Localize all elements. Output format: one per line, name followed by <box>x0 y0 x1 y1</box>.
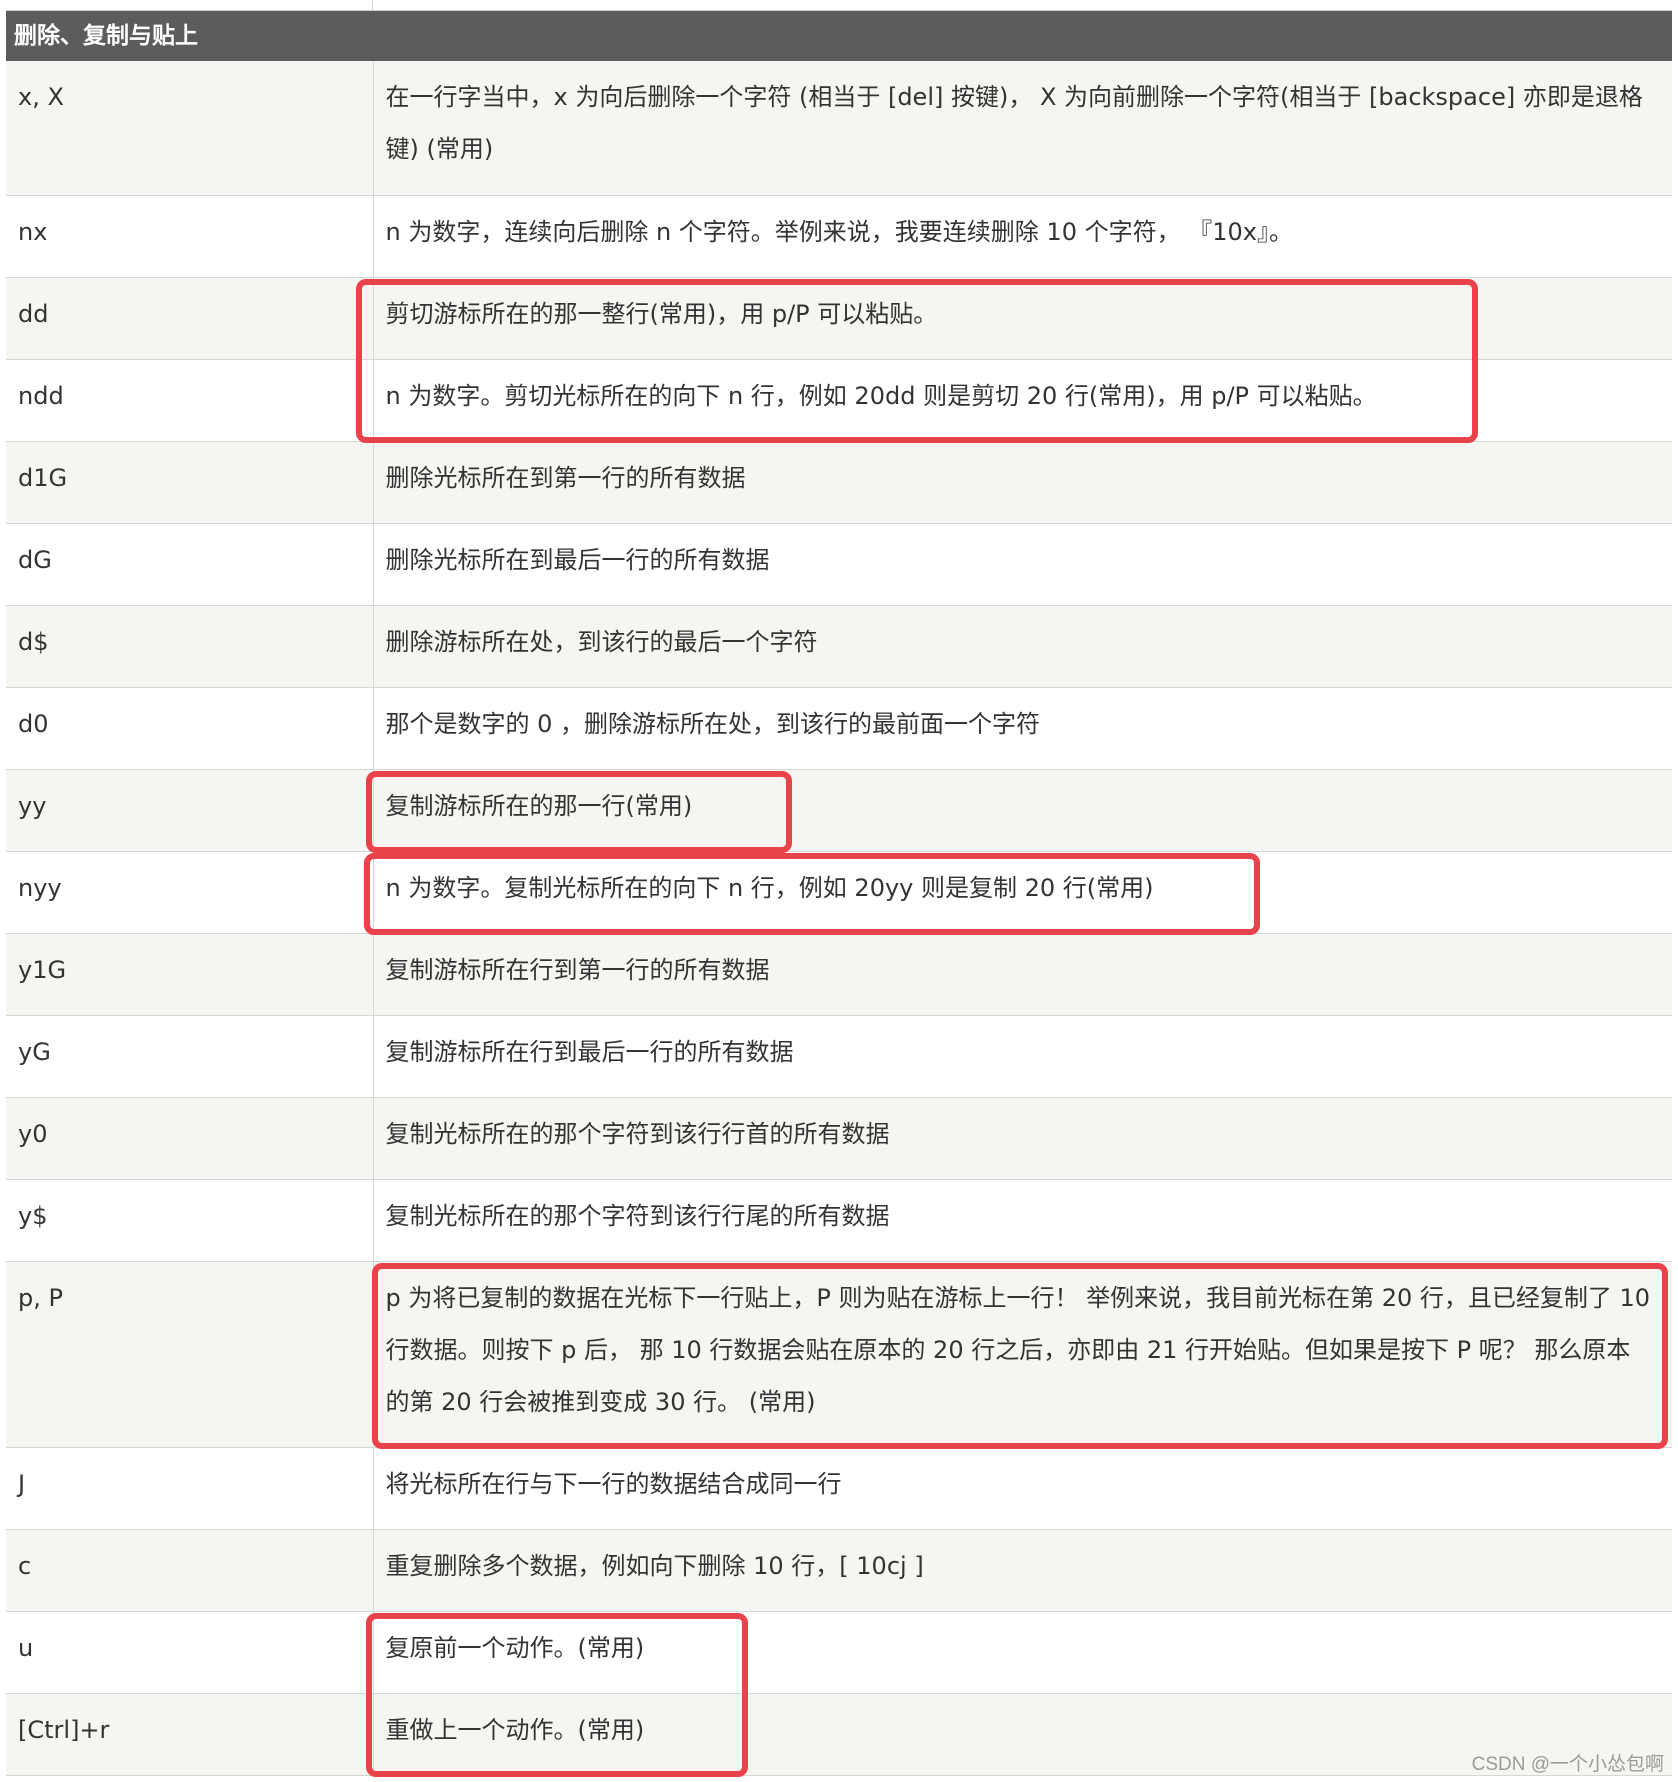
command-key: dd <box>6 277 374 360</box>
command-description: 复原前一个动作。(常用) <box>373 1611 1672 1694</box>
table-row: d0 那个是数字的 0 ，删除游标所在处，到该行的最前面一个字符 <box>6 687 1672 770</box>
table-row: y0 复制光标所在的那个字符到该行行首的所有数据 <box>6 1097 1672 1180</box>
command-description: 那个是数字的 0 ，删除游标所在处，到该行的最前面一个字符 <box>373 687 1672 770</box>
table-row: y1G 复制游标所在行到第一行的所有数据 <box>6 933 1672 1016</box>
command-key: u <box>6 1611 374 1694</box>
command-key: yG <box>6 1015 374 1098</box>
command-key: d1G <box>6 441 374 524</box>
command-key: d$ <box>6 605 374 688</box>
table-row: d1G 删除光标所在到第一行的所有数据 <box>6 441 1672 524</box>
table-row: d$ 删除游标所在处，到该行的最后一个字符 <box>6 605 1672 688</box>
command-key: [Ctrl]+r <box>6 1693 374 1776</box>
top-strip-cell-left <box>6 0 373 10</box>
command-key: ndd <box>6 359 374 442</box>
command-description: n 为数字。复制光标所在的向下 n 行，例如 20yy 则是复制 20 行(常用… <box>373 851 1672 934</box>
command-description: 删除光标所在到最后一行的所有数据 <box>373 523 1672 606</box>
table-row: dd 剪切游标所在的那一整行(常用)，用 p/P 可以粘贴。 <box>6 277 1672 360</box>
command-description: 复制游标所在行到第一行的所有数据 <box>373 933 1672 1016</box>
command-description: p 为将已复制的数据在光标下一行贴上，P 则为贴在游标上一行！ 举例来说，我目前… <box>373 1261 1672 1448</box>
table-row: y$ 复制光标所在的那个字符到该行行尾的所有数据 <box>6 1179 1672 1262</box>
table-row: yy 复制游标所在的那一行(常用) <box>6 769 1672 852</box>
command-description: 重复删除多个数据，例如向下删除 10 行，[ 10cj ] <box>373 1529 1672 1612</box>
watermark: CSDN @一个小怂包啊 <box>1471 1754 1664 1775</box>
command-key: c <box>6 1529 374 1612</box>
command-description: 删除游标所在处，到该行的最后一个字符 <box>373 605 1672 688</box>
command-key: dG <box>6 523 374 606</box>
command-description: 复制光标所在的那个字符到该行行尾的所有数据 <box>373 1179 1672 1262</box>
command-description: 复制游标所在行到最后一行的所有数据 <box>373 1015 1672 1098</box>
table-top-strip <box>6 0 1672 11</box>
command-description: 剪切游标所在的那一整行(常用)，用 p/P 可以粘贴。 <box>373 277 1672 360</box>
command-table-container: 删除、复制与贴上 x, X 在一行字当中，x 为向后删除一个字符 (相当于 [d… <box>6 0 1672 1776</box>
command-key: d0 <box>6 687 374 770</box>
command-description: 在一行字当中，x 为向后删除一个字符 (相当于 [del] 按键)， X 为向前… <box>373 61 1672 196</box>
command-description: 将光标所在行与下一行的数据结合成同一行 <box>373 1447 1672 1530</box>
command-key: y0 <box>6 1097 374 1180</box>
table-row: nyy n 为数字。复制光标所在的向下 n 行，例如 20yy 则是复制 20 … <box>6 851 1672 934</box>
table-row: x, X 在一行字当中，x 为向后删除一个字符 (相当于 [del] 按键)， … <box>6 61 1672 196</box>
table-row: u 复原前一个动作。(常用) <box>6 1611 1672 1694</box>
table-row: c 重复删除多个数据，例如向下删除 10 行，[ 10cj ] <box>6 1529 1672 1612</box>
table-row: dG 删除光标所在到最后一行的所有数据 <box>6 523 1672 606</box>
section-header: 删除、复制与贴上 <box>6 11 1672 61</box>
top-strip-cell-right <box>373 0 1672 10</box>
table-row: ndd n 为数字。剪切光标所在的向下 n 行，例如 20dd 则是剪切 20 … <box>6 359 1672 442</box>
command-table: x, X 在一行字当中，x 为向后删除一个字符 (相当于 [del] 按键)， … <box>6 61 1672 1776</box>
table-row: J 将光标所在行与下一行的数据结合成同一行 <box>6 1447 1672 1530</box>
command-key: J <box>6 1447 374 1530</box>
command-description: 复制光标所在的那个字符到该行行首的所有数据 <box>373 1097 1672 1180</box>
command-description: n 为数字，连续向后删除 n 个字符。举例来说，我要连续删除 10 个字符， 『… <box>373 195 1672 278</box>
table-row: nx n 为数字，连续向后删除 n 个字符。举例来说，我要连续删除 10 个字符… <box>6 195 1672 278</box>
table-row: p, P p 为将已复制的数据在光标下一行贴上，P 则为贴在游标上一行！ 举例来… <box>6 1261 1672 1448</box>
command-key: nyy <box>6 851 374 934</box>
command-description: n 为数字。剪切光标所在的向下 n 行，例如 20dd 则是剪切 20 行(常用… <box>373 359 1672 442</box>
command-description: 删除光标所在到第一行的所有数据 <box>373 441 1672 524</box>
command-key: yy <box>6 769 374 852</box>
table-row: [Ctrl]+r 重做上一个动作。(常用) <box>6 1693 1672 1776</box>
command-description: 复制游标所在的那一行(常用) <box>373 769 1672 852</box>
command-key: y1G <box>6 933 374 1016</box>
table-row: yG 复制游标所在行到最后一行的所有数据 <box>6 1015 1672 1098</box>
command-key: p, P <box>6 1261 374 1448</box>
command-key: y$ <box>6 1179 374 1262</box>
command-key: nx <box>6 195 374 278</box>
command-key: x, X <box>6 61 374 196</box>
